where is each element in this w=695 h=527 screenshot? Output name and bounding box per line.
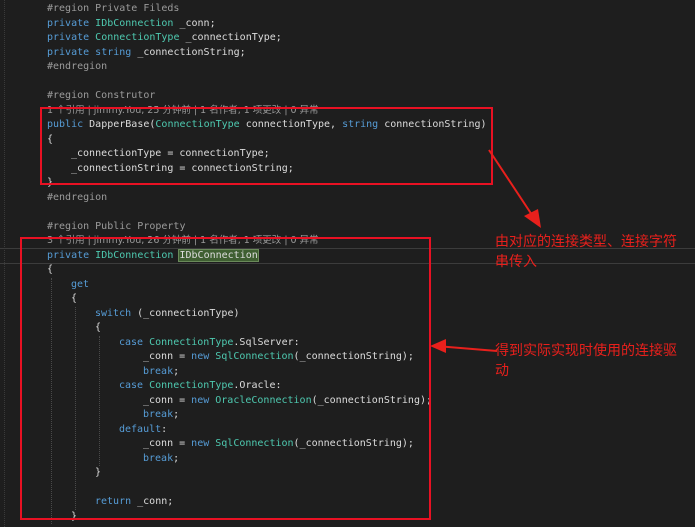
- code-line[interactable]: #endregion: [47, 191, 107, 206]
- code-line[interactable]: private ConnectionType _connectionType;: [47, 31, 282, 46]
- code-line[interactable]: #region Construtor: [47, 89, 155, 104]
- code-token: #region Public Property: [47, 220, 186, 232]
- constructor-annotation: 由对应的连接类型、连接字符串传入: [495, 234, 677, 270]
- code-token: #region Private Fileds: [47, 3, 180, 14]
- switch-annotation: 得到实际实现时使用的连接驱动: [495, 343, 677, 379]
- code-token: ConnectionType: [95, 32, 180, 43]
- code-line[interactable]: #endregion: [47, 60, 107, 75]
- code-token: IDbConnection: [95, 17, 174, 29]
- code-token: #region Construtor: [47, 90, 156, 101]
- property-highlight-box: [20, 237, 431, 520]
- code-token: _connectionString;: [131, 46, 246, 58]
- code-token: _conn;: [173, 17, 216, 29]
- code-token: private: [47, 46, 96, 58]
- code-line[interactable]: private IDbConnection _conn;: [47, 17, 216, 32]
- code-token: private: [47, 32, 96, 43]
- constructor-highlight-box: [40, 107, 493, 185]
- code-line[interactable]: #region Private Fileds: [47, 2, 179, 17]
- code-token: private: [47, 17, 96, 29]
- code-token: #endregion: [47, 61, 108, 72]
- code-token: string: [95, 46, 132, 58]
- code-token: #endregion: [47, 191, 108, 203]
- code-token: _connectionType;: [179, 32, 282, 43]
- code-line[interactable]: private string _connectionString;: [47, 46, 246, 61]
- code-line[interactable]: #region Public Property: [47, 220, 185, 235]
